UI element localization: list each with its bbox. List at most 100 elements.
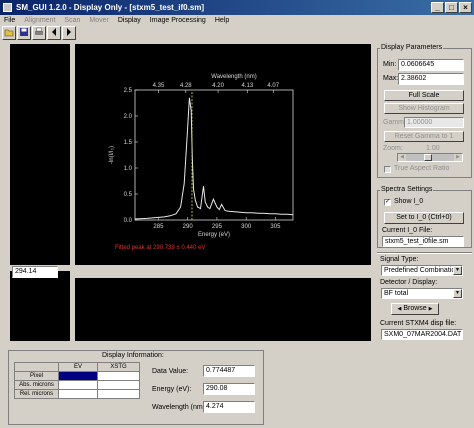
x2-tick-label: 4.07	[267, 83, 279, 89]
browse-button[interactable]: ◀ Browse ▶	[391, 303, 439, 315]
cursor-value: 294.14	[12, 266, 58, 278]
set-i0-button[interactable]: Set to I_0 (Ctrl+0)	[384, 212, 464, 224]
open-icon[interactable]	[2, 26, 16, 40]
menu-help[interactable]: Help	[215, 15, 229, 26]
wavelength-field: 4.274	[203, 401, 255, 413]
true-aspect-checkbox[interactable]	[384, 166, 391, 173]
x-tick-label: 285	[153, 224, 164, 230]
current-i0-file: stxm5_test_i0file.sm	[382, 236, 464, 247]
chevron-down-icon[interactable]: ▼	[453, 266, 462, 275]
print-icon[interactable]	[32, 26, 46, 40]
back-icon[interactable]	[47, 26, 61, 40]
true-aspect-label: True Aspect Ratio	[394, 165, 450, 172]
min-input[interactable]: 0.0606645	[398, 59, 464, 71]
x-tick-label: 300	[241, 224, 252, 230]
app-icon	[3, 3, 12, 12]
max-input[interactable]: 2.38602	[398, 73, 464, 85]
disp-file-label: Current STXM4 disp file:	[380, 320, 457, 327]
display-information-title: Display Information:	[102, 352, 164, 359]
signal-type-value: Predefined Combinations	[384, 267, 463, 274]
detector-value: BF total	[384, 290, 409, 297]
x2-tick-label: 4.28	[180, 83, 192, 89]
data-value-field: 0.774487	[203, 365, 255, 377]
slider-thumb[interactable]	[424, 154, 432, 161]
x2-tick-label: 4.35	[153, 83, 165, 89]
current-i0-label: Current I_0 File:	[382, 227, 433, 234]
x2-tick-label: 4.20	[212, 83, 224, 89]
menu-file[interactable]: File	[4, 15, 15, 26]
browse-label: Browse	[403, 305, 427, 312]
menu-scan[interactable]: Scan	[64, 15, 80, 26]
lower-image-panel[interactable]	[75, 278, 371, 341]
cell-abs-xstg[interactable]	[97, 380, 140, 390]
table-row: Abs. microns	[14, 380, 140, 390]
energy-label: Energy (eV):	[152, 386, 192, 393]
bottom-axis-label: Energy (eV)	[198, 232, 230, 238]
zoom-slider[interactable]: ◀ ▶	[397, 153, 463, 162]
lower-left-image-panel[interactable]	[10, 271, 70, 341]
chevron-left-icon[interactable]: ◀	[398, 154, 406, 161]
menu-bar: File Alignment Scan Mover Display Image …	[0, 15, 474, 26]
cell-rel-ev[interactable]	[58, 389, 98, 399]
row-header-rel-microns: Rel. microns	[14, 389, 59, 399]
spectra-settings-title: Spectra Settings	[380, 186, 434, 193]
chevron-right-icon: ▶	[428, 306, 433, 312]
forward-icon[interactable]	[62, 26, 76, 40]
cell-pixel-xstg[interactable]	[97, 371, 140, 381]
display-info-table: EV XSTG Pixel Abs. microns Rel. microns	[14, 362, 140, 399]
detector-select[interactable]: BF total ▼	[381, 288, 463, 299]
x-tick-label: 295	[212, 224, 223, 230]
spectrum-plot[interactable]: 285 290 295 300 305 4.35 4.28 4.20 4.13 4.07 0.0 0.…	[75, 44, 371, 265]
col-header-xstg: XSTG	[97, 362, 140, 372]
wavelength-label: Wavelength (nm):	[152, 404, 207, 411]
y-tick-label: 2.0	[124, 114, 133, 120]
max-label: Max:	[383, 75, 399, 82]
spectrum-plot-panel[interactable]: 285 290 295 300 305 4.35 4.28 4.20 4.13 4.07 0.0 0.…	[75, 44, 371, 265]
table-row: Pixel	[14, 371, 140, 381]
y-tick-label: 0.5	[124, 192, 133, 198]
min-label: Min:	[383, 61, 397, 68]
left-image-panel[interactable]	[10, 44, 70, 265]
top-axis-label: Wavelength (nm)	[211, 74, 256, 80]
y-tick-label: 2.5	[124, 88, 133, 94]
show-i0-label: Show I_0	[394, 198, 424, 205]
cell-rel-xstg[interactable]	[97, 389, 140, 399]
signal-separator	[377, 252, 472, 254]
chevron-right-icon[interactable]: ▶	[454, 154, 462, 161]
save-icon[interactable]	[17, 26, 31, 40]
data-value-label: Data Value:	[152, 368, 189, 375]
signal-type-label: Signal Type:	[380, 256, 419, 263]
full-scale-button[interactable]: Full Scale	[384, 90, 464, 101]
show-i0-checkbox[interactable]: ✓	[384, 199, 391, 206]
minimize-button[interactable]: _	[431, 2, 444, 13]
cell-pixel-ev[interactable]	[58, 371, 98, 381]
cell-abs-ev[interactable]	[58, 380, 98, 390]
show-histogram-button[interactable]: Show Histogram	[384, 103, 464, 114]
close-button[interactable]: ×	[459, 2, 472, 13]
x-tick-label: 290	[183, 224, 194, 230]
cursor-label: Cursor:	[12, 257, 35, 264]
menu-image-processing[interactable]: Image Processing	[150, 15, 206, 26]
signal-type-select[interactable]: Predefined Combinations ▼	[381, 265, 463, 276]
x2-tick-label: 4.13	[242, 83, 254, 89]
disp-file-value: SXM0_07MAR2004.DAT	[381, 329, 463, 340]
display-parameters-title: Display Parameters	[380, 44, 444, 51]
reset-gamma-button[interactable]: Reset Gamma to 1	[384, 131, 464, 142]
gamma-input[interactable]: 1.00000	[404, 117, 464, 128]
y-axis-label: -ln(I/I₀)	[109, 146, 115, 164]
y-tick-label: 1.0	[124, 166, 133, 172]
energy-field: 290.08	[203, 383, 255, 395]
chevron-down-icon[interactable]: ▼	[453, 289, 462, 298]
menu-display[interactable]: Display	[118, 15, 141, 26]
menu-mover[interactable]: Mover	[89, 15, 108, 26]
chevron-left-icon: ◀	[397, 306, 402, 312]
detector-label: Detector / Display:	[380, 279, 438, 286]
y-tick-label: 1.5	[124, 140, 133, 146]
title-bar: SM_GUI 1.2.0 - Display Only - [stxm5_tes…	[0, 0, 474, 15]
menu-alignment[interactable]: Alignment	[24, 15, 55, 26]
fitted-peak-annotation: Fitted peak at 290.739 ± 0.440 eV	[115, 245, 205, 251]
toolbar	[2, 26, 76, 41]
row-header-abs-microns: Abs. microns	[14, 380, 59, 390]
maximize-button[interactable]: □	[445, 2, 458, 13]
table-row: Rel. microns	[14, 389, 140, 399]
